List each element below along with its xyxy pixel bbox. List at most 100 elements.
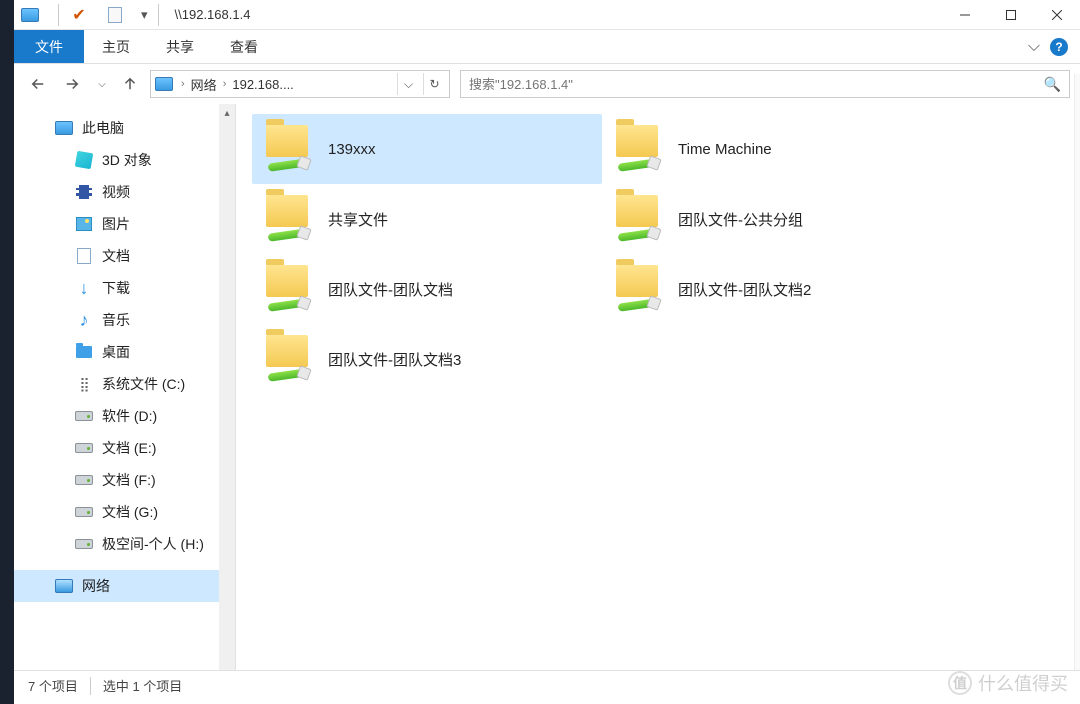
sidebar-item-documents[interactable]: 文档 — [14, 240, 235, 272]
tab-share[interactable]: 共享 — [148, 30, 212, 63]
sidebar-item-downloads[interactable]: ↓下载 — [14, 272, 235, 304]
sidebar-item-drive-f[interactable]: 文档 (F:) — [14, 464, 235, 496]
network-share-icon — [612, 193, 664, 245]
drive-icon — [74, 502, 94, 522]
sidebar-label: 网络 — [82, 576, 110, 596]
drive-icon: ⣿ — [74, 374, 94, 394]
sidebar-item-drive-d[interactable]: 软件 (D:) — [14, 400, 235, 432]
sidebar-item-music[interactable]: ♪ 音乐 — [14, 304, 235, 336]
share-folder-item[interactable]: 团队文件-团队文档 — [252, 254, 602, 324]
search-icon[interactable]: 🔍 — [1044, 76, 1061, 93]
sidebar-item-drive-h[interactable]: 极空间-个人 (H:) — [14, 528, 235, 560]
sidebar-network[interactable]: 网络 — [14, 570, 235, 602]
up-button[interactable] — [116, 70, 144, 98]
sidebar-item-pictures[interactable]: 图片 — [14, 208, 235, 240]
network-share-icon — [262, 263, 314, 315]
sidebar-label: 视频 — [102, 182, 130, 202]
share-folder-item[interactable]: 团队文件-团队文档2 — [602, 254, 952, 324]
sidebar-label: 极空间-个人 (H:) — [102, 534, 204, 554]
close-button[interactable] — [1034, 0, 1080, 30]
share-folder-item[interactable]: 共享文件 — [252, 184, 602, 254]
sidebar-item-3d[interactable]: 3D 对象 — [14, 144, 235, 176]
scroll-up-icon[interactable]: ▴ — [219, 104, 235, 122]
ribbon-collapse-icon[interactable]: ⌵ — [1028, 38, 1040, 56]
network-share-icon — [262, 193, 314, 245]
refresh-button[interactable]: ↻ — [423, 73, 445, 95]
status-item-count: 7 个项目 — [28, 676, 78, 695]
network-icon — [54, 576, 74, 596]
sidebar-label: 文档 — [102, 246, 130, 266]
minimize-button[interactable] — [942, 0, 988, 30]
cube-icon — [74, 150, 94, 170]
sidebar-label: 文档 (E:) — [102, 438, 156, 458]
help-icon[interactable]: ? — [1050, 38, 1068, 56]
share-folder-item[interactable]: 团队文件-团队文档3 — [252, 324, 602, 394]
sidebar-scrollbar[interactable]: ▴ — [219, 104, 235, 670]
folder-content: 139xxxTime Machine共享文件团队文件-公共分组团队文件-团队文档… — [236, 104, 1080, 670]
qat-sep-char: ▾ — [141, 7, 148, 23]
drive-icon — [74, 438, 94, 458]
document-icon — [74, 246, 94, 266]
recent-locations-button[interactable]: ⌵ — [92, 70, 110, 98]
folder-label: 团队文件-公共分组 — [678, 209, 803, 230]
network-share-icon — [612, 123, 664, 175]
network-share-icon — [262, 333, 314, 385]
picture-icon — [74, 214, 94, 234]
drive-icon — [74, 406, 94, 426]
sidebar-label: 3D 对象 — [102, 150, 152, 170]
sidebar-label: 图片 — [102, 214, 130, 234]
network-share-icon — [262, 123, 314, 175]
folder-label: 团队文件-团队文档3 — [328, 349, 461, 370]
folder-label: 139xxx — [328, 141, 376, 158]
folder-icon — [74, 342, 94, 362]
tab-file[interactable]: 文件 — [14, 30, 84, 63]
sidebar-label: 文档 (G:) — [102, 502, 158, 522]
network-share-icon — [612, 263, 664, 315]
folder-label: 共享文件 — [328, 209, 388, 230]
folder-label: 团队文件-团队文档2 — [678, 279, 811, 300]
search-input[interactable] — [469, 77, 1044, 92]
ribbon-tabs: 文件 主页 共享 查看 ⌵ ? — [14, 30, 1080, 64]
maximize-button[interactable] — [988, 0, 1034, 30]
status-selection: 选中 1 个项目 — [103, 676, 182, 695]
share-folder-item[interactable]: 团队文件-公共分组 — [602, 184, 952, 254]
sidebar-this-pc[interactable]: 此电脑 — [14, 112, 235, 144]
sidebar-label: 桌面 — [102, 342, 130, 362]
folder-label: Time Machine — [678, 141, 772, 158]
crumb-sep-icon[interactable]: › — [219, 78, 231, 90]
folder-label: 团队文件-团队文档 — [328, 279, 453, 300]
sidebar-label: 软件 (D:) — [102, 406, 157, 426]
back-button[interactable] — [24, 70, 52, 98]
share-folder-item[interactable]: Time Machine — [602, 114, 952, 184]
navigation-bar: ⌵ › 网络 › 192.168.... ⌵ ↻ 🔍 — [14, 64, 1080, 104]
music-icon: ♪ — [74, 310, 94, 330]
address-dropdown-button[interactable]: ⌵ — [397, 73, 419, 95]
sidebar-item-drive-c[interactable]: ⣿ 系统文件 (C:) — [14, 368, 235, 400]
film-icon — [74, 182, 94, 202]
qat-newfolder-icon[interactable] — [105, 5, 125, 25]
qat-checkbox-icon[interactable]: ✔ — [69, 5, 89, 25]
sidebar-item-drive-g[interactable]: 文档 (G:) — [14, 496, 235, 528]
app-icon — [20, 5, 40, 25]
crumb-sep-icon[interactable]: › — [177, 78, 189, 90]
sidebar-label: 音乐 — [102, 310, 130, 330]
status-bar: 7 个项目 选中 1 个项目 — [14, 670, 1080, 700]
crumb-network[interactable]: 网络 — [189, 75, 219, 94]
right-edge-strip — [1074, 74, 1080, 670]
drive-icon — [74, 534, 94, 554]
tab-view[interactable]: 查看 — [212, 30, 276, 63]
search-box[interactable]: 🔍 — [460, 70, 1070, 98]
sidebar-item-desktop[interactable]: 桌面 — [14, 336, 235, 368]
tab-home[interactable]: 主页 — [84, 30, 148, 63]
sidebar-item-drive-e[interactable]: 文档 (E:) — [14, 432, 235, 464]
sidebar-item-videos[interactable]: 视频 — [14, 176, 235, 208]
share-folder-item[interactable]: 139xxx — [252, 114, 602, 184]
sidebar-label: 系统文件 (C:) — [102, 374, 185, 394]
sidebar-label: 文档 (F:) — [102, 470, 156, 490]
drive-icon — [74, 470, 94, 490]
crumb-host[interactable]: 192.168.... — [230, 77, 295, 92]
forward-button[interactable] — [58, 70, 86, 98]
sidebar-label: 下载 — [102, 278, 130, 298]
address-bar[interactable]: › 网络 › 192.168.... ⌵ ↻ — [150, 70, 450, 98]
pc-icon — [54, 118, 74, 138]
